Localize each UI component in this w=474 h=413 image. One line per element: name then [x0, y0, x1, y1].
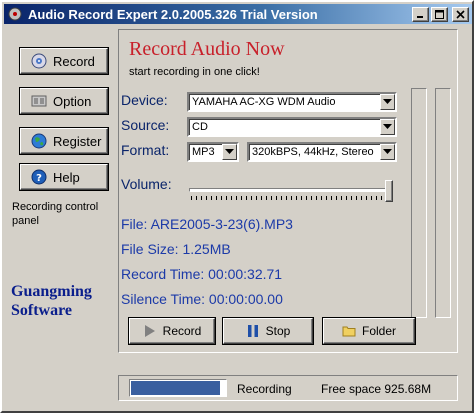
left-panel: Record Option Register ? Help Recording … [8, 30, 114, 356]
close-icon [456, 9, 465, 19]
volume-slider[interactable] [189, 180, 393, 202]
source-select[interactable]: CD [187, 117, 397, 137]
record-time-text: Record Time: 00:00:32.71 [121, 266, 283, 282]
record-nav-button[interactable]: Record [20, 48, 108, 74]
panel-note: Recording control panel [12, 201, 99, 227]
help-icon: ? [31, 169, 47, 185]
record-disc-icon [31, 53, 47, 69]
brand-line-1: Guangming [11, 283, 92, 300]
recording-progress-fill [131, 381, 221, 395]
stop-button[interactable]: Stop [223, 318, 313, 344]
format-select-value: MP3 [192, 146, 215, 158]
silence-time-text: Silence Time: 00:00:00.00 [121, 291, 283, 307]
svg-text:?: ? [36, 173, 42, 184]
quality-select-value: 320kBPS, 44kHz, Stereo [252, 146, 374, 158]
folder-button[interactable]: Folder [323, 318, 415, 344]
device-label: Device: [121, 92, 168, 108]
minimize-icon [417, 15, 423, 18]
quality-select[interactable]: 320kBPS, 44kHz, Stereo [247, 142, 397, 162]
help-nav-label: Help [53, 169, 80, 185]
chevron-down-icon[interactable] [380, 119, 395, 135]
file-name-text: File: ARE2005-3-23(6).MP3 [121, 216, 293, 232]
maximize-button[interactable] [431, 6, 448, 22]
title-bar[interactable]: Audio Record Expert 2.0.2005.326 Trial V… [4, 4, 472, 24]
window-controls [412, 6, 469, 22]
close-button[interactable] [452, 6, 469, 22]
stop-button-label: Stop [265, 324, 291, 338]
option-nav-label: Option [53, 93, 92, 109]
source-select-value: CD [192, 121, 208, 133]
minimize-button[interactable] [412, 6, 429, 22]
level-meter-left [411, 88, 427, 318]
volume-slider-groove [189, 188, 393, 192]
maximize-icon [435, 9, 444, 19]
free-space-text: Free space 925.68M [321, 382, 432, 396]
window-title: Audio Record Expert 2.0.2005.326 Trial V… [28, 6, 318, 22]
chevron-down-icon[interactable] [380, 144, 395, 160]
record-button[interactable]: Record [129, 318, 215, 344]
app-icon [7, 6, 23, 22]
device-select[interactable]: YAMAHA AC-XG WDM Audio [187, 92, 397, 112]
file-size-text: File Size: 1.25MB [121, 241, 231, 257]
folder-icon [342, 324, 356, 338]
status-bar: Recording Free space 925.68M [118, 375, 458, 401]
page-subtitle: start recording in one click! [129, 66, 260, 78]
chevron-down-icon[interactable] [222, 144, 237, 160]
page-title: Record Audio Now [129, 38, 285, 60]
status-state: Recording [237, 382, 292, 396]
globe-icon [31, 133, 47, 149]
source-label: Source: [121, 117, 170, 133]
volume-slider-thumb[interactable] [385, 180, 393, 202]
option-icon [31, 93, 47, 109]
volume-slider-ticks [191, 196, 389, 200]
brand-logo-text: Guangming Software [11, 282, 92, 320]
pause-icon [246, 324, 260, 338]
record-nav-label: Record [53, 53, 95, 69]
register-nav-button[interactable]: Register [20, 128, 108, 154]
option-nav-button[interactable]: Option [20, 88, 108, 114]
record-button-label: Record [162, 324, 202, 338]
level-meter-right [435, 88, 451, 318]
play-triangle-icon [143, 324, 157, 338]
help-nav-button[interactable]: ? Help [20, 164, 108, 190]
register-nav-label: Register [53, 133, 102, 149]
device-select-value: YAMAHA AC-XG WDM Audio [192, 96, 336, 108]
chevron-down-icon[interactable] [380, 94, 395, 110]
format-select[interactable]: MP3 [187, 142, 239, 162]
brand-line-2: Software [11, 302, 73, 319]
volume-label: Volume: [121, 176, 172, 192]
folder-button-label: Folder [361, 324, 396, 338]
format-label: Format: [121, 142, 170, 158]
app-window: Audio Record Expert 2.0.2005.326 Trial V… [0, 0, 474, 413]
main-panel: Record Audio Now start recording in one … [118, 29, 458, 353]
recording-progress-bar [129, 379, 227, 397]
